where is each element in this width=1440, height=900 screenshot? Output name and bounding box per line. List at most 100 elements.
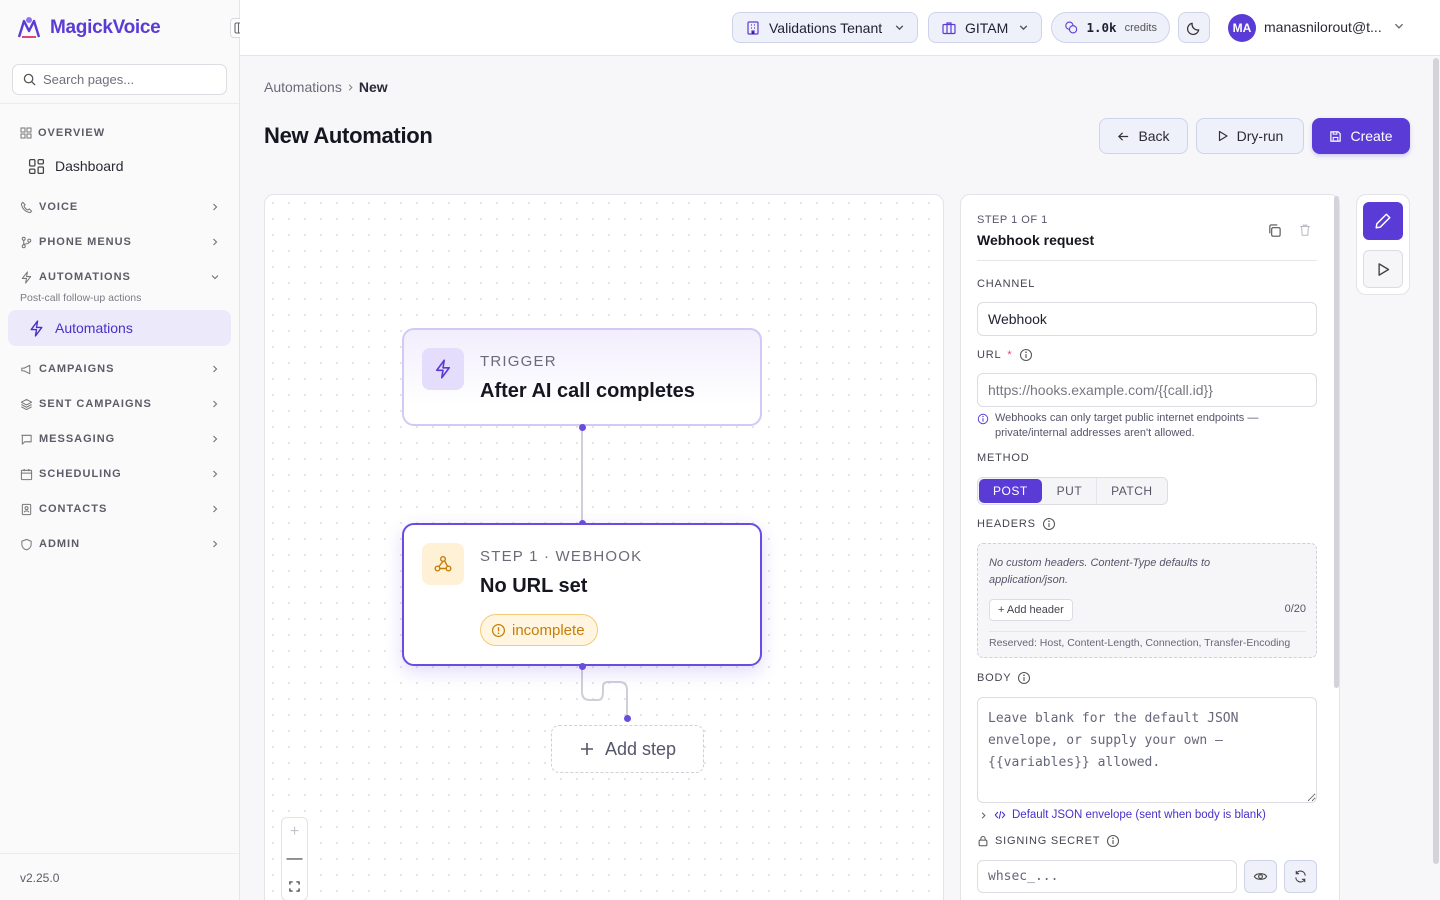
default-envelope-toggle[interactable]: Default JSON envelope (sent when body is… [979, 809, 1266, 821]
play-icon [1218, 130, 1228, 142]
fit-view-button[interactable] [282, 873, 307, 900]
user-email[interactable]: manasnilorout@t... [1264, 19, 1386, 35]
chat-icon [21, 434, 32, 445]
node-kicker: TRIGGER [480, 353, 557, 370]
sidebar-item-dashboard[interactable]: Dashboard [8, 148, 231, 184]
lock-icon [978, 836, 988, 847]
nav-group-phone-menus[interactable]: PHONE MENUS [20, 232, 220, 252]
nav-group-campaigns[interactable]: CAMPAIGNS [20, 359, 220, 379]
theme-toggle-button[interactable] [1178, 12, 1210, 43]
panel-scrollbar[interactable] [1334, 196, 1339, 688]
zoom-in-button[interactable]: + [282, 818, 307, 845]
headers-box: No custom headers. Content-Type defaults… [977, 543, 1317, 658]
chevron-right-icon [213, 505, 218, 513]
chevron-right-icon [213, 435, 218, 443]
node-title: After AI call completes [480, 380, 695, 402]
search-input[interactable] [43, 72, 213, 87]
avatar[interactable]: MA [1228, 14, 1256, 42]
channel-label: CHANNEL [977, 278, 1036, 290]
trigger-node[interactable]: TRIGGER After AI call completes [402, 328, 762, 426]
node-title: No URL set [480, 575, 588, 597]
channel-field[interactable] [977, 302, 1317, 336]
lightning-icon [422, 348, 464, 390]
chevron-right-icon [981, 811, 986, 819]
reserved-headers-text: Reserved: Host, Content-Length, Connecti… [989, 637, 1291, 649]
node-output-handle[interactable] [579, 424, 586, 431]
info-icon [1019, 348, 1032, 362]
delete-step-button[interactable] [1298, 223, 1312, 237]
sidebar: MagickVoice OVERVIEW Dashboard VOICE PHO… [0, 0, 250, 900]
nav-group-voice[interactable]: VOICE [20, 197, 220, 217]
method-patch[interactable]: PATCH [1097, 478, 1166, 504]
node-output-handle[interactable] [579, 663, 586, 670]
save-icon [1330, 130, 1342, 142]
breadcrumb-parent[interactable]: Automations [264, 79, 342, 95]
megaphone-icon [21, 364, 31, 374]
search-box[interactable] [12, 64, 227, 95]
zoom-out-button[interactable]: — [282, 845, 307, 872]
info-icon [1018, 671, 1031, 685]
panel-title: Webhook request [977, 232, 1095, 248]
nav-group-messaging[interactable]: MESSAGING [20, 429, 220, 449]
reveal-secret-button[interactable] [1244, 860, 1277, 893]
add-step-handle[interactable] [624, 715, 631, 722]
webhook-step-node[interactable]: STEP 1 · WEBHOOK No URL set incomplete [402, 523, 762, 666]
body-textarea[interactable] [977, 697, 1317, 803]
add-step-button[interactable]: Add step [551, 725, 704, 773]
nav-group-scheduling[interactable]: SCHEDULING [20, 464, 220, 484]
app-logo[interactable]: MagickVoice [16, 14, 161, 42]
credits-badge[interactable]: 1.0k credits [1051, 12, 1170, 43]
chevron-right-icon [213, 470, 218, 478]
branch-icon [21, 236, 32, 248]
headers-label: HEADERS [977, 517, 1056, 531]
back-button[interactable]: Back [1099, 118, 1188, 154]
edit-mode-button[interactable] [1363, 202, 1403, 240]
nav-group-sent-campaigns[interactable]: SENT CAMPAIGNS [20, 394, 220, 414]
code-icon [994, 811, 1006, 819]
lightning-icon [21, 270, 32, 284]
url-input[interactable] [977, 373, 1317, 407]
briefcase-icon [942, 21, 956, 34]
chevron-down-icon [211, 275, 219, 280]
trash-icon [1300, 224, 1310, 236]
signing-secret-row [977, 860, 1317, 893]
page-scrollbar[interactable] [1433, 58, 1439, 864]
chevron-down-icon[interactable] [1393, 20, 1405, 32]
flow-canvas[interactable]: TRIGGER After AI call completes STEP 1 ·… [264, 194, 944, 900]
arrow-left-icon [1118, 131, 1129, 141]
divider [0, 103, 239, 104]
nav-group-automations[interactable]: AUTOMATIONS [20, 267, 220, 287]
regenerate-secret-button[interactable] [1284, 860, 1317, 893]
chevron-down-icon [895, 25, 904, 31]
signing-secret-label: SIGNING SECRET [977, 834, 1120, 848]
building-icon [747, 20, 759, 35]
nav-group-admin[interactable]: ADMIN [20, 534, 220, 554]
org-selector[interactable]: GITAM [928, 12, 1042, 43]
chevron-down-icon [1019, 25, 1028, 31]
nav-group-contacts[interactable]: CONTACTS [20, 499, 220, 519]
dry-run-button[interactable]: Dry-run [1196, 118, 1304, 154]
play-icon [1377, 262, 1389, 276]
url-label: URL * [977, 348, 1033, 362]
headers-count: 0/20 [1284, 603, 1306, 615]
run-mode-button[interactable] [1363, 250, 1403, 288]
chevron-right-icon [213, 238, 218, 246]
sidebar-item-automations[interactable]: Automations [8, 310, 231, 346]
chevron-right-icon [348, 83, 353, 91]
chevron-right-icon [213, 400, 218, 408]
method-post[interactable]: POST [979, 479, 1042, 503]
headers-empty-text: No custom headers. Content-Type defaults… [989, 557, 1211, 586]
create-button[interactable]: Create [1312, 118, 1410, 154]
nav-group-overview: OVERVIEW [20, 123, 220, 143]
signing-secret-input[interactable] [977, 860, 1237, 893]
add-header-button[interactable]: + Add header [989, 599, 1073, 621]
contact-book-icon [21, 503, 32, 515]
coins-icon [1065, 21, 1078, 34]
url-hint: Webhooks can only target public internet… [977, 411, 1297, 441]
step-config-panel: STEP 1 OF 1 Webhook request CHANNEL URL … [960, 194, 1340, 900]
tenant-selector[interactable]: Validations Tenant [732, 12, 918, 43]
method-put[interactable]: PUT [1043, 478, 1098, 504]
duplicate-step-button[interactable] [1267, 223, 1282, 238]
zoom-controls: + — [281, 817, 308, 900]
layers-icon [20, 398, 33, 410]
